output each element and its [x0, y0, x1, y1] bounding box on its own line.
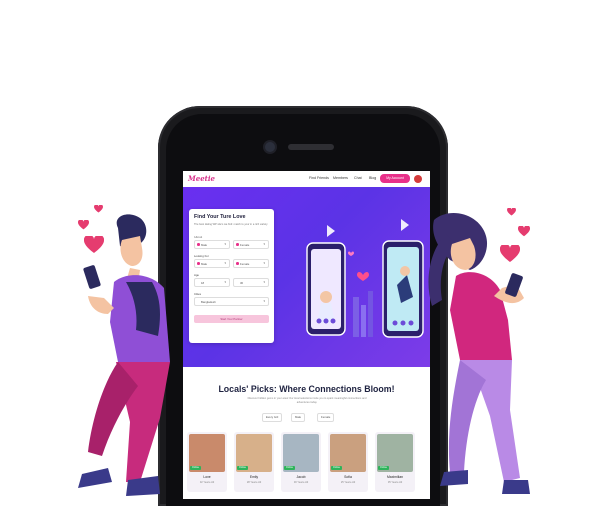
i-am-male-select[interactable]: Male ▾ [194, 240, 230, 249]
profile-card[interactable]: Online Maximilian 35 Years old [375, 432, 415, 492]
i-am-female-select[interactable]: Female ▾ [233, 240, 269, 249]
city-label: Cities [194, 292, 201, 296]
filter-chip-male[interactable]: Male [291, 413, 306, 422]
i-am-label: I Am A [194, 235, 203, 239]
profile-age: 35 Years old [387, 481, 403, 484]
nav-link-members[interactable]: Members [333, 176, 348, 180]
profile-card[interactable]: Online Jacob 30 Years old [281, 432, 321, 492]
radio-dot-icon [236, 243, 239, 246]
profile-card[interactable]: Online Sofia 25 Years old [328, 432, 368, 492]
nav-link-find-friends[interactable]: Find Friends [309, 176, 329, 180]
start-search-button[interactable]: Start Your Partner [194, 315, 269, 323]
profile-name: Sofia [344, 475, 352, 479]
profile-age: 28 Years old [246, 481, 262, 484]
city-select[interactable]: Bangladesh ▾ [194, 297, 269, 306]
chevron-down-icon: ▾ [224, 242, 226, 246]
search-card-subtitle: The best dating WP site's we find: match… [194, 223, 268, 226]
online-badge: Online [378, 466, 389, 470]
filter-chip-female[interactable]: Female [317, 413, 335, 422]
chevron-down-icon: ▾ [224, 280, 226, 284]
search-card-title: Find Your Ture Love [194, 214, 246, 220]
radio-dot-icon [236, 262, 239, 265]
phone-screen: Meetie Find Friends Members Chat Blog My… [183, 171, 430, 499]
nav-link-blog[interactable]: Blog [369, 176, 376, 180]
chevron-down-icon: ▾ [263, 261, 265, 265]
man-illustration [78, 214, 170, 496]
age-label: Age [194, 273, 199, 277]
looking-female-select[interactable]: Female ▾ [233, 259, 269, 268]
looking-for-label: Looking For [194, 254, 209, 258]
hero-banner: Find Your Ture Love The best dating WP s… [183, 187, 430, 367]
online-badge: Online [190, 466, 201, 470]
radio-dot-icon [197, 243, 200, 246]
chevron-down-icon: ▾ [263, 242, 265, 246]
profile-age: 25 Years old [340, 481, 356, 484]
profile-card[interactable]: Online Love 32 Years old [187, 432, 227, 492]
profile-age: 32 Years old [199, 481, 215, 484]
online-badge: Online [331, 466, 342, 470]
profile-card[interactable]: Online Emily 28 Years old [234, 432, 274, 492]
profile-name: Jacob [296, 475, 306, 479]
section-subtitle: Discover hidden gems in your area! Our l… [247, 397, 367, 404]
my-account-button[interactable]: My Account [380, 174, 410, 183]
hero-illustration [306, 219, 424, 338]
looking-male-select[interactable]: Male ▾ [194, 259, 230, 268]
profile-name: Emily [249, 475, 259, 479]
section-title: Locals' Picks: Where Connections Bloom! [218, 384, 395, 394]
nav-link-chat[interactable]: Chat [354, 176, 362, 180]
search-card: Find Your Ture Love The best dating WP s… [189, 209, 274, 343]
speaker-grille [288, 144, 334, 150]
woman-illustration [428, 213, 530, 494]
profile-name: Maximilian [386, 475, 403, 479]
radio-dot-icon [197, 262, 200, 265]
top-navbar: Meetie Find Friends Members Chat Blog My… [183, 171, 430, 188]
camera-icon [265, 142, 275, 152]
profile-age: 30 Years old [293, 481, 309, 484]
age-min-select[interactable]: 18 ▾ [194, 278, 230, 287]
filter-chip-every-girl[interactable]: Every Girl [262, 413, 283, 422]
profile-name: Love [203, 475, 211, 479]
chevron-down-icon: ▾ [263, 299, 265, 303]
age-max-select[interactable]: 30 ▾ [233, 278, 269, 287]
online-badge: Online [237, 466, 248, 470]
online-badge: Online [284, 466, 295, 470]
language-flag-icon[interactable] [414, 175, 422, 183]
chevron-down-icon: ▾ [263, 280, 265, 284]
chevron-down-icon: ▾ [224, 261, 226, 265]
site-logo[interactable]: Meetie [188, 174, 215, 183]
